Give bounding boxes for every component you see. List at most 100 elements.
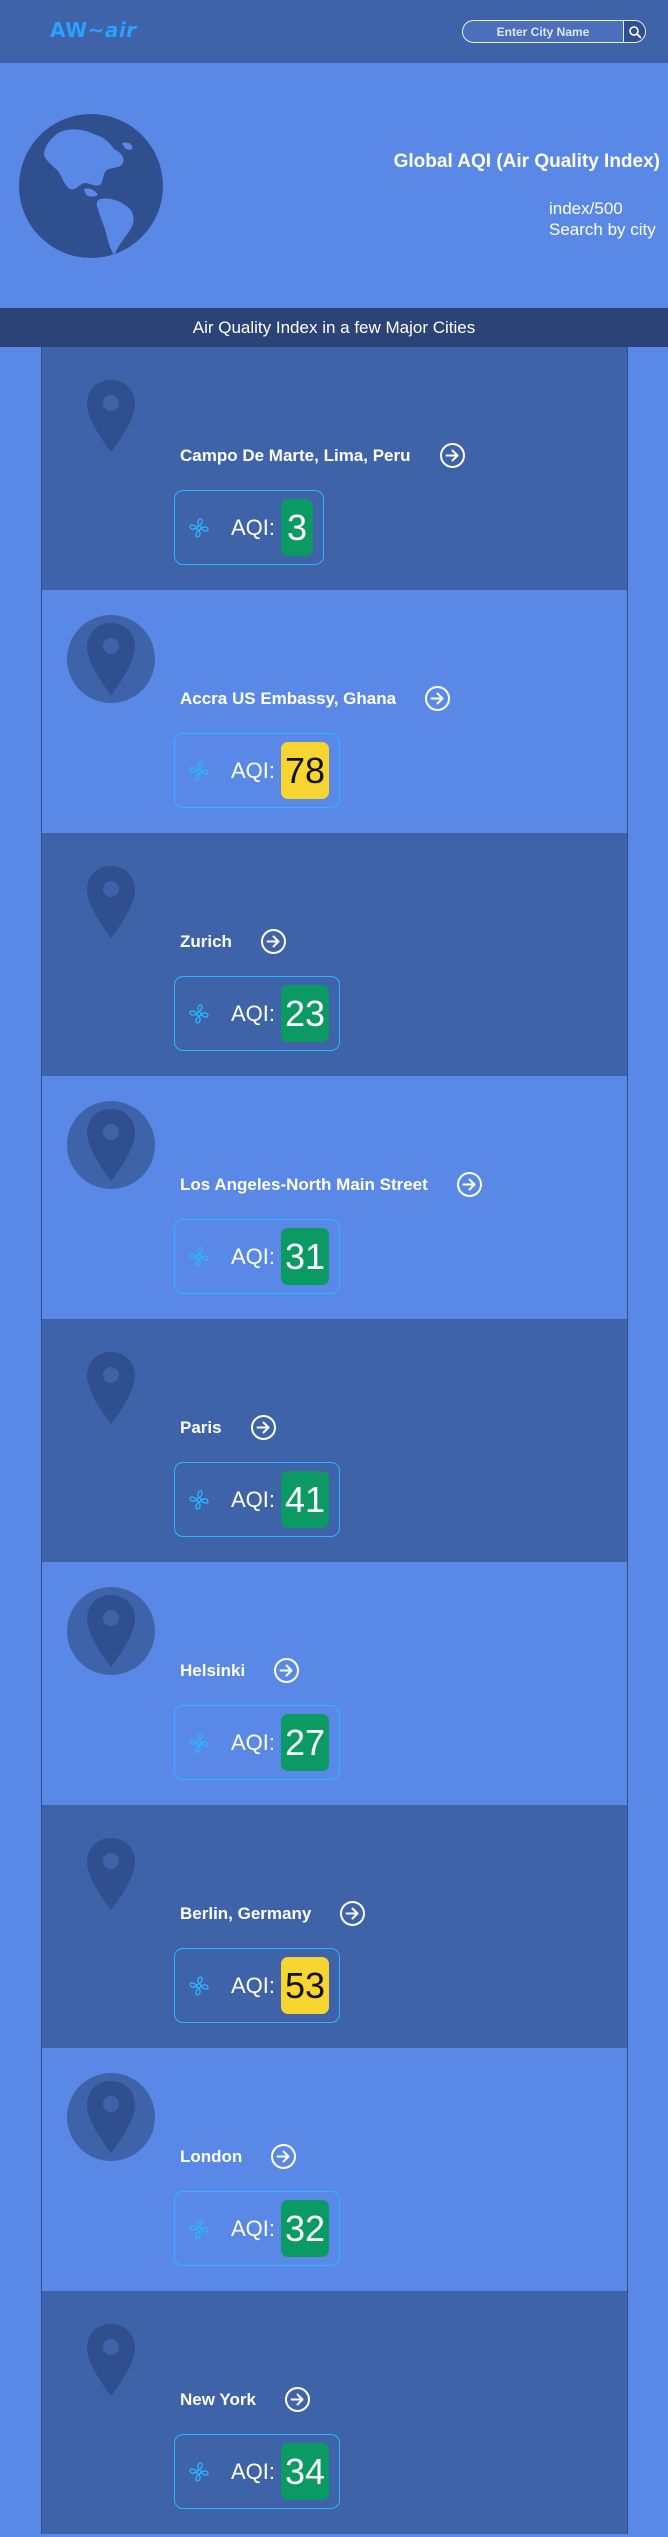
- location-marker: [67, 1344, 155, 1432]
- aqi-label: AQI:: [231, 2215, 276, 2241]
- air-fan-icon: [189, 1489, 209, 1510]
- map-pin-icon: [87, 380, 135, 452]
- location-marker: [67, 1830, 155, 1918]
- aqi-panel: AQI: 78: [174, 733, 341, 808]
- aqi-panel: AQI: 32: [174, 2191, 341, 2266]
- view-city-button[interactable]: [284, 2386, 311, 2413]
- air-fan-icon: [189, 1246, 209, 1267]
- globe-americas-icon: [19, 114, 163, 258]
- aqi-panel: AQI: 53: [174, 1948, 341, 2023]
- city-title-row: Zurich: [180, 928, 287, 955]
- city-name: Accra US Embassy, Ghana: [180, 688, 397, 708]
- hero-banner: Global AQI (Air Quality Index) index/500…: [0, 63, 668, 308]
- city-card: Los Angeles-North Main Street AQI: 31: [42, 1076, 627, 1319]
- search-bar: [462, 20, 646, 43]
- city-name: Campo De Marte, Lima, Peru: [180, 445, 411, 465]
- city-card: Zurich AQI: 23: [42, 833, 627, 1076]
- city-card: Berlin, Germany AQI: 53: [42, 1805, 627, 2048]
- aqi-value-badge: 41: [281, 1471, 330, 1528]
- logo-main-text: AW~: [50, 18, 105, 42]
- city-title-row: Helsinki: [180, 1657, 300, 1684]
- aqi-label: AQI:: [231, 514, 276, 540]
- city-title-row: Accra US Embassy, Ghana: [180, 685, 451, 712]
- aqi-value-badge: 3: [281, 499, 314, 556]
- city-card: Accra US Embassy, Ghana AQI: 78: [42, 590, 627, 833]
- air-fan-icon: [189, 760, 209, 781]
- view-city-button[interactable]: [456, 1171, 483, 1198]
- view-city-button[interactable]: [339, 1900, 366, 1927]
- location-marker: [67, 615, 155, 703]
- map-pin-icon: [87, 1109, 135, 1181]
- map-pin-icon: [87, 1838, 135, 1910]
- aqi-label: AQI:: [231, 1486, 276, 1512]
- air-fan-icon: [189, 1003, 209, 1024]
- aqi-panel: AQI: 34: [174, 2434, 341, 2509]
- aqi-value-badge: 32: [281, 2200, 330, 2257]
- aqi-label: AQI:: [231, 1972, 276, 1998]
- aqi-label: AQI:: [231, 1243, 276, 1269]
- city-title-row: Paris: [180, 1414, 277, 1441]
- view-city-button[interactable]: [439, 442, 466, 469]
- city-name: Paris: [180, 1417, 222, 1437]
- air-fan-icon: [189, 1975, 209, 1996]
- aqi-panel: AQI: 3: [174, 490, 325, 565]
- search-button[interactable]: [623, 21, 645, 42]
- location-marker: [67, 858, 155, 946]
- arrow-right-circle-icon: [284, 2387, 310, 2412]
- aqi-label: AQI:: [231, 2458, 276, 2484]
- city-card: Helsinki AQI: 27: [42, 1562, 627, 1805]
- arrow-right-circle-icon: [260, 929, 286, 954]
- city-search-input[interactable]: [463, 21, 623, 42]
- air-fan-icon: [189, 1732, 209, 1753]
- map-pin-icon: [87, 1595, 135, 1667]
- city-card: Paris AQI: 41: [42, 1319, 627, 1562]
- arrow-right-circle-icon: [250, 1415, 276, 1440]
- air-fan-icon: [189, 517, 209, 538]
- aqi-label: AQI:: [231, 1000, 276, 1026]
- location-marker: [67, 1587, 155, 1675]
- city-card: Campo De Marte, Lima, Peru AQI: 3: [42, 347, 627, 590]
- city-name: Berlin, Germany: [180, 1903, 312, 1923]
- aqi-panel: AQI: 27: [174, 1705, 341, 1780]
- hero-title: Global AQI (Air Quality Index): [393, 151, 660, 172]
- aqi-value-badge: 23: [281, 985, 330, 1042]
- city-card: London AQI: 32: [42, 2048, 627, 2291]
- city-name: New York: [180, 2389, 256, 2409]
- aqi-label: AQI:: [231, 1729, 276, 1755]
- map-pin-icon: [87, 1352, 135, 1424]
- location-marker: [67, 2316, 155, 2404]
- view-city-button[interactable]: [260, 928, 287, 955]
- view-city-button[interactable]: [250, 1414, 277, 1441]
- city-card: New York AQI: 34: [42, 2291, 627, 2534]
- hero-search-hint: Search by city: [549, 220, 656, 239]
- search-icon: [628, 25, 641, 38]
- city-title-row: Campo De Marte, Lima, Peru: [180, 442, 466, 469]
- map-pin-icon: [87, 623, 135, 695]
- hero-index-scale: index/500: [549, 199, 623, 218]
- arrow-right-circle-icon: [439, 443, 465, 468]
- location-marker: [67, 372, 155, 460]
- aqi-value-badge: 78: [281, 742, 330, 799]
- city-name: Los Angeles-North Main Street: [180, 1174, 428, 1194]
- view-city-button[interactable]: [273, 1657, 300, 1684]
- arrow-right-circle-icon: [340, 1901, 366, 1926]
- city-title-row: Berlin, Germany: [180, 1900, 366, 1927]
- aqi-value-badge: 31: [281, 1228, 330, 1285]
- hero-subtitle: index/500 Search by city: [549, 198, 656, 240]
- air-fan-icon: [189, 2461, 209, 2482]
- view-city-button[interactable]: [424, 685, 451, 712]
- map-pin-icon: [87, 866, 135, 938]
- city-title-row: New York: [180, 2386, 311, 2413]
- aqi-panel: AQI: 41: [174, 1462, 341, 1537]
- city-name: Zurich: [180, 931, 232, 951]
- map-pin-icon: [87, 2081, 135, 2153]
- app-logo[interactable]: AW~air: [50, 18, 137, 42]
- map-pin-icon: [87, 2324, 135, 2396]
- city-name: London: [180, 2146, 243, 2166]
- top-navbar: AW~air: [0, 0, 668, 63]
- arrow-right-circle-icon: [271, 2144, 297, 2169]
- view-city-button[interactable]: [270, 2143, 297, 2170]
- aqi-panel: AQI: 23: [174, 976, 341, 1051]
- city-name: Helsinki: [180, 1660, 246, 1680]
- logo-accent-text: air: [104, 18, 137, 42]
